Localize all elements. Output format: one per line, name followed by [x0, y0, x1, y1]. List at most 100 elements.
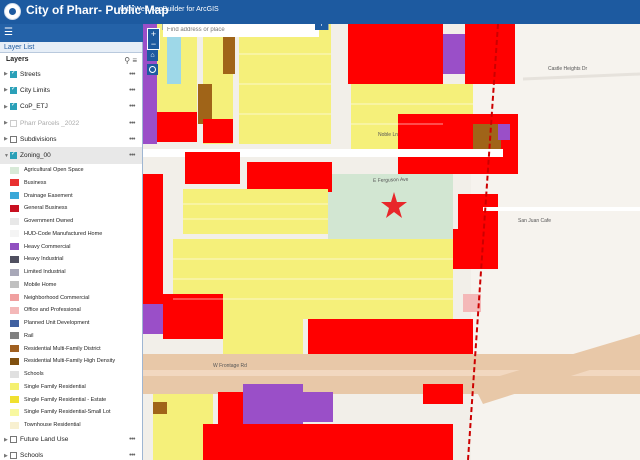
- business-lot-n1: [203, 119, 233, 143]
- legend-item: Drainage Easement: [0, 189, 142, 202]
- home-icon[interactable]: ⌂: [147, 50, 158, 61]
- business-lot-e1: [458, 194, 498, 229]
- legend-swatch: [10, 421, 19, 429]
- more-options-icon[interactable]: •••: [129, 87, 135, 94]
- legend-swatch: [10, 332, 19, 340]
- legend-item: Residential Multi-Family High Density: [0, 355, 142, 368]
- legend-swatch: [10, 243, 19, 251]
- business-lot-e2: [453, 229, 498, 269]
- expand-arrow-icon[interactable]: ▶: [4, 437, 8, 443]
- layer-row[interactable]: ▼ Zoning_00 •••: [0, 147, 142, 164]
- layer-checkbox[interactable]: [10, 119, 17, 127]
- layer-checkbox[interactable]: [10, 436, 17, 444]
- layer-row[interactable]: ▶ Future Land Use •••: [0, 432, 142, 448]
- zoom-in-button[interactable]: +: [148, 29, 159, 39]
- legend-label: Single Family Residential-Small Lot: [24, 409, 111, 416]
- legend-swatch: [10, 396, 19, 404]
- legend-label: Townhouse Residential: [24, 422, 81, 429]
- legend-swatch: [10, 204, 19, 212]
- legend-swatch: [10, 268, 19, 276]
- search-icon[interactable]: ⚲: [124, 56, 130, 65]
- legend-item: Heavy Commercial: [0, 240, 142, 253]
- expand-arrow-icon[interactable]: ▶: [4, 87, 8, 93]
- more-options-icon[interactable]: •••: [129, 136, 135, 143]
- layer-row[interactable]: ▶ Pharr Parcels _2022 •••: [0, 115, 142, 131]
- multi-family-s: [153, 402, 167, 414]
- legend-label: Drainage Easement: [24, 192, 73, 199]
- expand-arrow-icon[interactable]: ▶: [4, 453, 8, 459]
- layer-checkbox[interactable]: [10, 135, 17, 143]
- residential-block-s1: [223, 319, 303, 359]
- layer-list-panel: Layer List Layers ⚲ ≡ ▶ Streets ••• ▶ City L…: [0, 42, 143, 460]
- more-options-icon[interactable]: •••: [129, 436, 135, 443]
- widget-toolbar: ☰: [0, 24, 143, 42]
- legend-swatch: [10, 192, 19, 200]
- more-options-icon[interactable]: •••: [129, 152, 135, 159]
- legend-swatch: [10, 281, 19, 289]
- legend-item: Office and Professional: [0, 304, 142, 317]
- legend-item: Mobile Home: [0, 279, 142, 292]
- multi-family-lot-2: [198, 84, 212, 124]
- business-lot-c2: [247, 162, 332, 192]
- layer-row[interactable]: ▶ CoP_ETJ •••: [0, 99, 142, 115]
- layer-checkbox[interactable]: [10, 150, 17, 160]
- layer-checkbox[interactable]: [10, 452, 17, 460]
- layer-checkbox[interactable]: [10, 101, 17, 111]
- more-options-icon[interactable]: •••: [129, 103, 135, 110]
- street-label-4: San Juan Cafe: [518, 218, 551, 224]
- legend-item: Neighborhood Commercial: [0, 291, 142, 304]
- layer-label: Subdivisions: [20, 135, 57, 143]
- legend-label: Single Family Residential - Estate: [24, 396, 107, 403]
- zoom-out-button[interactable]: −: [148, 39, 159, 49]
- business-lot-c1: [185, 152, 240, 184]
- legend-item: Heavy Industrial: [0, 253, 142, 266]
- layer-label: Schools: [20, 452, 44, 460]
- legend-label: Single Family Residential: [24, 383, 86, 390]
- legend-item: Government Owned: [0, 215, 142, 228]
- legend-swatch: [10, 255, 19, 263]
- residential-block-c1: [183, 189, 328, 234]
- more-options-icon[interactable]: •••: [129, 452, 135, 459]
- search-input[interactable]: [163, 24, 319, 37]
- street-label-2: W Frontage Rd: [213, 363, 247, 369]
- expand-arrow-icon[interactable]: ▶: [4, 104, 8, 110]
- legend-label: Planned Unit Development: [24, 320, 90, 327]
- layer-row[interactable]: ▶ Schools •••: [0, 448, 142, 460]
- legend-label: General Business: [24, 205, 68, 212]
- legend-item: Business: [0, 177, 142, 190]
- heavy-commercial-s: [243, 384, 303, 424]
- tab-layer-list[interactable]: Layer List: [0, 42, 142, 53]
- legend-swatch: [10, 166, 19, 174]
- layer-checkbox[interactable]: [10, 69, 17, 78]
- layers-stack-icon[interactable]: ☰: [4, 28, 13, 38]
- legend-label: Mobile Home: [24, 281, 57, 288]
- legend-label: Neighborhood Commercial: [24, 294, 90, 301]
- legend-label: HUD-Code Manufactured Home: [24, 230, 103, 237]
- business-lot-s3: [423, 384, 463, 404]
- layer-label: Pharr Parcels _2022: [20, 119, 80, 127]
- search-box: ⚲: [162, 24, 329, 37]
- expand-arrow-icon[interactable]: ▶: [4, 136, 8, 142]
- map-canvas[interactable]: E Ferguson Ave W Frontage Rd Castle Heig…: [143, 24, 640, 460]
- layer-row[interactable]: ▶ Subdivisions •••: [0, 131, 142, 147]
- layer-row[interactable]: ▶ City Limits •••: [0, 82, 142, 98]
- heavy-commercial-ne: [498, 124, 510, 140]
- layer-options-icon[interactable]: ≡: [132, 56, 137, 65]
- expand-arrow-icon[interactable]: ▶: [4, 120, 8, 126]
- layer-checkbox[interactable]: [10, 85, 17, 94]
- search-button-icon[interactable]: ⚲: [315, 24, 328, 30]
- my-location-icon[interactable]: [147, 64, 158, 75]
- legend-label: Schools: [24, 371, 44, 378]
- legend-swatch: [10, 357, 19, 365]
- legend-label: Business: [24, 179, 47, 186]
- legend-item: Rail: [0, 330, 142, 343]
- legend-label: Limited Industrial: [24, 269, 66, 276]
- legend-swatch: [10, 319, 19, 327]
- map-view[interactable]: E Ferguson Ave W Frontage Rd Castle Heig…: [143, 24, 640, 460]
- expand-arrow-icon[interactable]: ▶: [4, 71, 8, 77]
- business-west-strip: [143, 174, 163, 304]
- expand-arrow-icon[interactable]: ▼: [4, 153, 9, 159]
- more-options-icon[interactable]: •••: [129, 120, 135, 127]
- layer-row[interactable]: ▶ Streets •••: [0, 66, 142, 82]
- more-options-icon[interactable]: •••: [129, 71, 135, 78]
